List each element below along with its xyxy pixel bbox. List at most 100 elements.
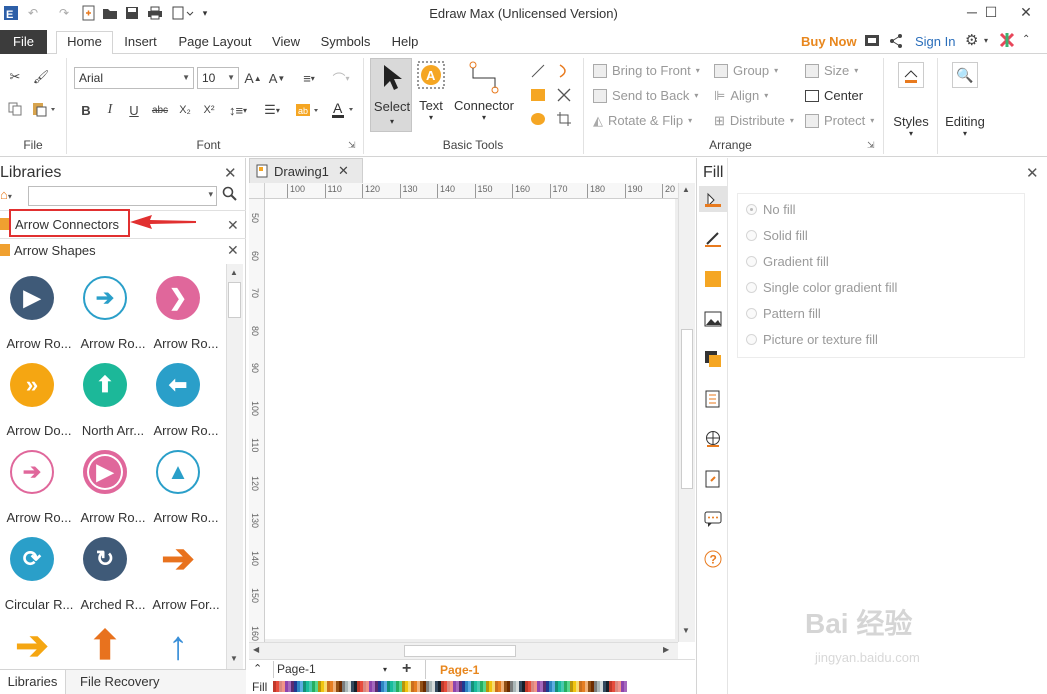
tab-help[interactable]: Help	[385, 32, 425, 54]
image-panel-icon[interactable]	[704, 310, 722, 331]
subscript-button[interactable]: X₂	[176, 101, 194, 119]
drawing-page[interactable]	[265, 199, 675, 639]
increase-font-icon[interactable]: A ▲	[244, 69, 262, 87]
bring-to-front-button[interactable]: Bring to Front ▾	[593, 62, 700, 80]
editing-button[interactable]: 🔍 Editing ▾	[942, 58, 988, 138]
scroll-right-icon[interactable]: ▶	[663, 645, 669, 654]
protect-button[interactable]: Protect ▾	[805, 112, 874, 130]
tab-symbols[interactable]: Symbols	[314, 32, 377, 54]
home-icon[interactable]: ⌂▾	[0, 187, 24, 205]
crop-tool-icon[interactable]	[555, 110, 573, 128]
share-icon[interactable]	[889, 33, 903, 51]
library-scrollbar[interactable]: ▲ ▼	[226, 264, 243, 669]
cart-icon[interactable]	[864, 33, 880, 51]
color-swatch[interactable]	[624, 681, 627, 692]
library-scroll-thumb[interactable]	[228, 282, 241, 318]
gear-icon[interactable]: ⚙	[965, 31, 978, 49]
bold-button[interactable]: B	[77, 101, 95, 119]
radio-button[interactable]	[746, 307, 757, 319]
bullets-icon[interactable]: ☰ ▾	[258, 101, 286, 119]
rotate-flip-button[interactable]: ◭ Rotate & Flip ▾	[593, 112, 692, 130]
fill-option[interactable]: Pattern fill	[746, 304, 821, 322]
attachment-icon[interactable]	[704, 470, 722, 491]
center-button[interactable]: Center	[805, 87, 863, 105]
fill-option[interactable]: Single color gradient fill	[746, 278, 897, 296]
copy-icon[interactable]	[6, 100, 24, 118]
canvas-scroll-thumb[interactable]	[681, 329, 693, 489]
tab-libraries[interactable]: Libraries	[0, 670, 66, 694]
library-search-dropdown-icon[interactable]: ▾	[208, 189, 213, 200]
edraw-brand-icon[interactable]	[999, 32, 1015, 51]
scroll-down-icon[interactable]: ▼	[682, 626, 690, 635]
buy-now-link[interactable]: Buy Now	[801, 34, 857, 49]
shadow-panel-icon[interactable]	[704, 270, 722, 291]
text-tool-button[interactable]: A Text ▾	[414, 58, 448, 122]
distribute-button[interactable]: ⊞ Distribute ▾	[714, 112, 794, 130]
fill-option[interactable]: Picture or texture fill	[746, 330, 878, 348]
tab-file[interactable]: File	[0, 30, 47, 54]
italic-button[interactable]: I	[101, 101, 119, 119]
tab-file-recovery[interactable]: File Recovery	[80, 670, 159, 694]
tab-view[interactable]: View	[266, 32, 306, 54]
scroll-up-icon[interactable]: ▲	[230, 268, 238, 277]
radio-button[interactable]	[746, 229, 757, 241]
collapse-ribbon-icon[interactable]: ⌃	[1022, 34, 1030, 45]
scroll-down-icon[interactable]: ▼	[230, 654, 238, 663]
format-painter-icon[interactable]: 🖌	[32, 68, 50, 86]
scroll-up-icon[interactable]: ▲	[682, 185, 690, 194]
line-panel-icon[interactable]	[704, 230, 722, 251]
ellipse-tool-icon[interactable]	[529, 110, 547, 128]
libraries-close-icon[interactable]: ✕	[224, 164, 237, 182]
send-to-back-button[interactable]: Send to Back ▾	[593, 87, 698, 105]
strikethrough-button[interactable]: abc	[149, 101, 171, 119]
document-tab[interactable]: Drawing1 ✕	[249, 158, 363, 183]
size-button[interactable]: Size ▾	[805, 62, 858, 80]
arrange-dialog-launcher-icon[interactable]: ⇲	[867, 140, 875, 151]
align-button[interactable]: ⊫ Align ▾	[714, 87, 768, 105]
rectangle-tool-icon[interactable]	[529, 86, 547, 104]
cut-icon[interactable]: ✂	[6, 68, 24, 86]
tab-home[interactable]: Home	[56, 31, 113, 55]
canvas-hscroll-thumb[interactable]	[404, 645, 516, 657]
line-tool-icon[interactable]	[529, 62, 547, 80]
font-family-select[interactable]: Arial ▼	[74, 67, 194, 89]
tab-page-layout[interactable]: Page Layout	[172, 32, 258, 54]
library-row-arrow-shapes[interactable]: Arrow Shapes ✕	[0, 238, 246, 262]
text-highlight-icon[interactable]: ab	[294, 101, 322, 119]
connector-tool-button[interactable]: Connector ▾	[451, 58, 517, 122]
font-dialog-launcher-icon[interactable]: ⇲	[348, 140, 356, 151]
library-search-input[interactable]: ▾	[28, 186, 217, 206]
canvas-vertical-scrollbar[interactable]: ▲ ▼	[678, 183, 695, 642]
search-icon[interactable]	[222, 186, 238, 206]
arc-tool-icon[interactable]	[555, 62, 573, 80]
page-select[interactable]: Page-1 ▾	[273, 661, 391, 678]
radio-button[interactable]	[746, 281, 757, 293]
fill-option[interactable]: Solid fill	[746, 226, 808, 244]
scroll-left-icon[interactable]: ◀	[253, 645, 259, 654]
superscript-button[interactable]: X²	[200, 101, 218, 119]
font-size-select[interactable]: 10 ▼	[197, 67, 239, 89]
settings-chevron-down-icon[interactable]: ▾	[984, 36, 988, 45]
tab-insert[interactable]: Insert	[117, 32, 164, 54]
radio-button[interactable]	[746, 333, 757, 345]
font-color-icon[interactable]: A	[330, 101, 358, 119]
comment-icon[interactable]	[704, 510, 722, 531]
group-button[interactable]: Group ▾	[714, 62, 778, 80]
fill-option[interactable]: Gradient fill	[746, 252, 829, 270]
decrease-font-icon[interactable]: A ▼	[268, 69, 286, 87]
select-tool-button[interactable]: Select ▾	[370, 58, 412, 132]
fill-option[interactable]: No fill	[746, 200, 796, 218]
page-properties-icon[interactable]	[704, 390, 722, 411]
underline-button[interactable]: U	[125, 101, 143, 119]
radio-button[interactable]	[746, 203, 757, 215]
canvas-horizontal-scrollbar[interactable]: ◀ ▶	[249, 642, 678, 659]
add-page-icon[interactable]: +	[402, 660, 411, 678]
cross-tool-icon[interactable]	[555, 86, 573, 104]
hyperlink-globe-icon[interactable]	[704, 430, 722, 451]
paste-icon[interactable]	[30, 100, 58, 118]
color-swatches[interactable]	[273, 681, 627, 692]
text-curve-icon[interactable]: ⌒ ▾	[328, 69, 354, 87]
styles-button[interactable]: Styles ▾	[890, 58, 932, 138]
layer-panel-icon[interactable]	[704, 350, 722, 371]
collapse-page-bar-icon[interactable]: ⌃	[253, 662, 262, 675]
